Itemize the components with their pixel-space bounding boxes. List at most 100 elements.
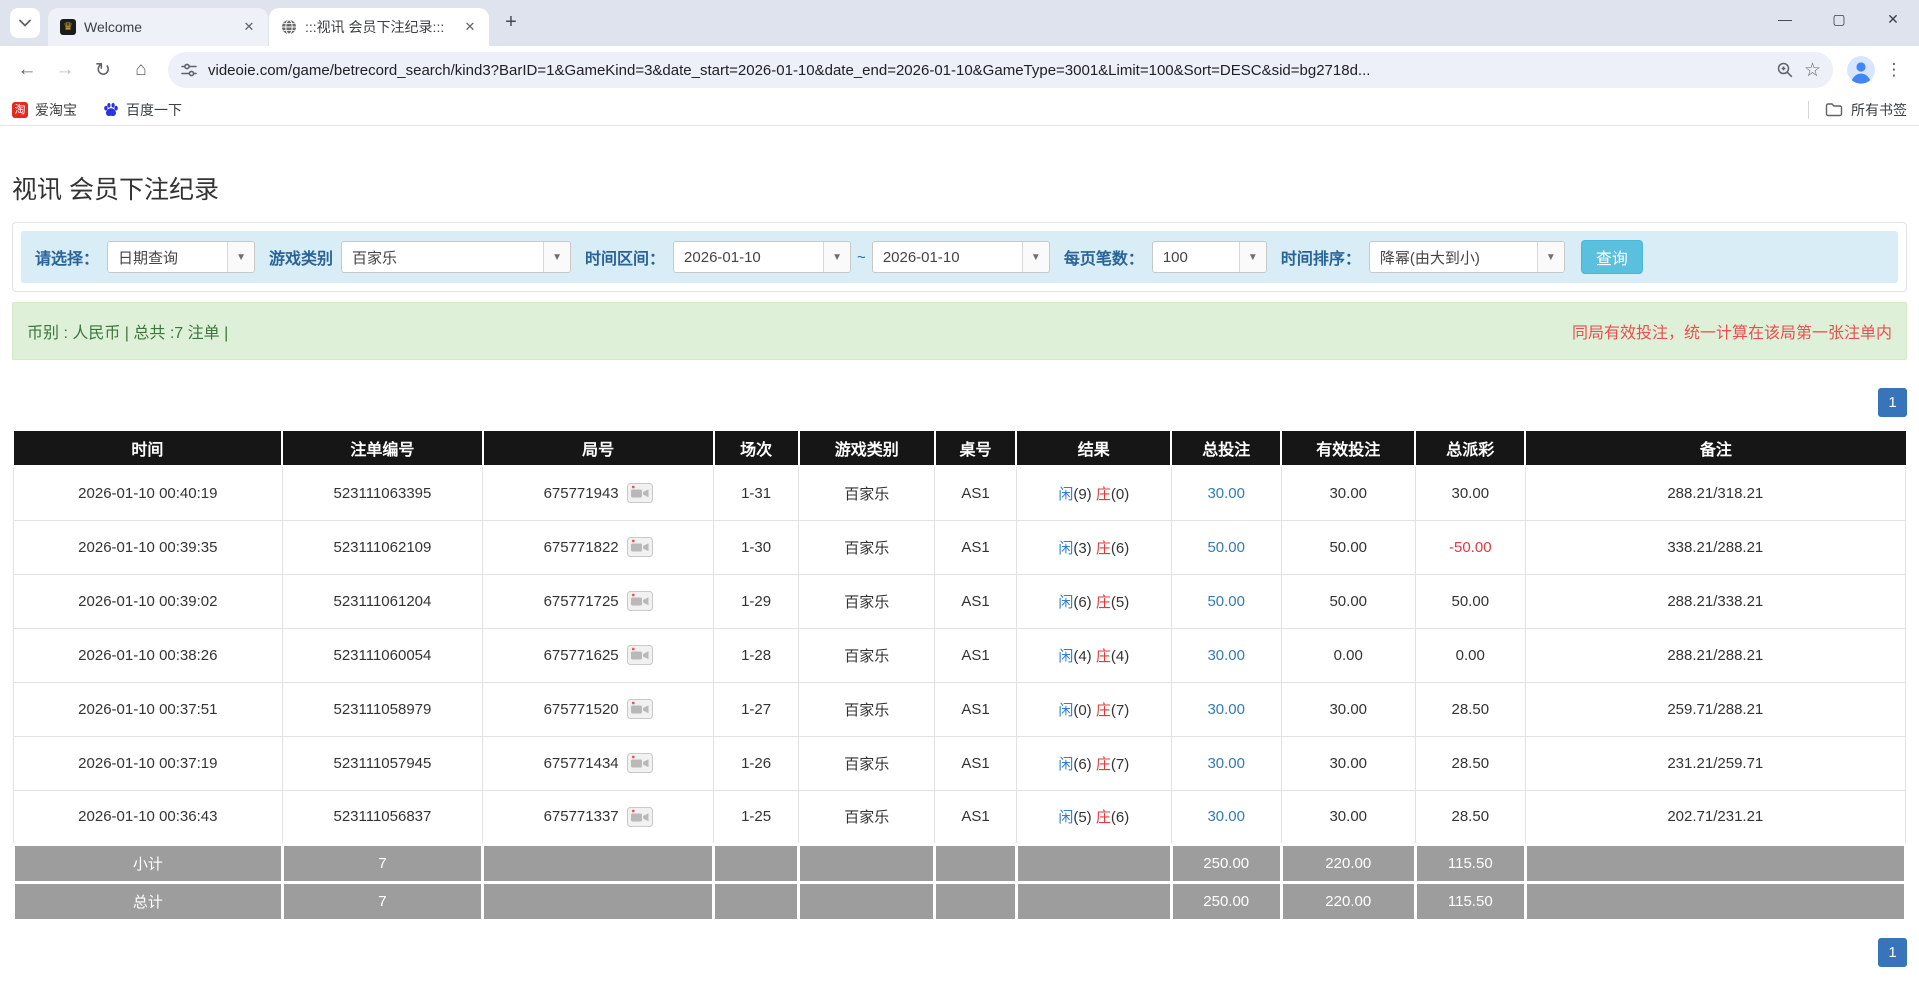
cell-game-kind: 百家乐 [799,466,935,520]
table-row: 2026-01-10 00:36:43523111056837675771337… [14,790,1906,844]
cell-valid-bet: 30.00 [1281,682,1415,736]
range-separator: ~ [857,249,866,266]
replay-video-button[interactable] [627,537,653,557]
cell-payout: 0.00 [1415,628,1525,682]
replay-video-button[interactable] [627,645,653,665]
page-size-value: 100 [1153,249,1239,266]
date-start-input[interactable]: 2026-01-10 ▼ [673,241,851,273]
cell-game-kind: 百家乐 [799,790,935,844]
date-range-label: 时间区间： [585,245,665,269]
table-row: 2026-01-10 00:37:51523111058979675771520… [14,682,1906,736]
cell-session: 1-25 [714,790,799,844]
cell-result: 闲(5) 庄(6) [1016,790,1171,844]
cell-session: 1-27 [714,682,799,736]
total-bet-link[interactable]: 50.00 [1207,593,1245,610]
bookmark-baidu[interactable]: 百度一下 [103,100,182,120]
footer-label: 总计 [14,882,283,920]
footer-total-bet: 250.00 [1171,882,1281,920]
cell-game-kind: 百家乐 [799,628,935,682]
cell-payout: 28.50 [1415,736,1525,790]
cell-table-no: AS1 [935,466,1016,520]
footer-payout: 115.50 [1415,844,1525,882]
bookmark-star-icon[interactable]: ☆ [1804,59,1821,82]
cell-bet-id: 523111060054 [282,628,483,682]
search-button[interactable]: 查询 [1581,240,1643,274]
chevron-down-icon[interactable]: ▼ [227,242,254,272]
tab-welcome[interactable]: ♛ Welcome ✕ [48,8,268,46]
chevron-down-icon[interactable]: ▼ [1022,242,1049,272]
replay-video-button[interactable] [627,753,653,773]
tab-search-button[interactable] [10,8,40,38]
pagination-top: 1 [12,388,1907,417]
window-controls: — ▢ ✕ [1765,4,1913,34]
cell-time: 2026-01-10 00:39:02 [14,574,283,628]
chevron-down-icon[interactable]: ▼ [823,242,850,272]
video-camera-icon [627,591,653,611]
cell-bet-id: 523111063395 [282,466,483,520]
replay-video-button[interactable] [627,591,653,611]
cell-session: 1-31 [714,466,799,520]
browser-menu-icon[interactable]: ⋮ [1879,60,1909,80]
total-bet-link[interactable]: 30.00 [1207,485,1245,502]
replay-video-button[interactable] [627,483,653,503]
replay-video-button[interactable] [627,699,653,719]
cell-total-bet: 50.00 [1171,574,1281,628]
cell-table-no: AS1 [935,736,1016,790]
bookmark-label: 百度一下 [126,100,182,120]
page-size-select[interactable]: 100 ▼ [1152,241,1267,273]
game-kind-select[interactable]: 百家乐 ▼ [341,241,571,273]
cell-session: 1-28 [714,628,799,682]
cell-total-bet: 50.00 [1171,520,1281,574]
page-1-button[interactable]: 1 [1878,938,1907,967]
reload-icon[interactable]: ↻ [86,53,120,87]
query-type-value: 日期查询 [108,247,227,268]
date-end-input[interactable]: 2026-01-10 ▼ [872,241,1050,273]
cell-total-bet: 30.00 [1171,466,1281,520]
total-bet-link[interactable]: 30.00 [1207,647,1245,664]
header-session: 场次 [714,431,799,466]
query-type-select[interactable]: 日期查询 ▼ [107,241,255,273]
page-1-button[interactable]: 1 [1878,388,1907,417]
chevron-down-icon[interactable]: ▼ [1239,242,1266,272]
cell-session: 1-29 [714,574,799,628]
chevron-down-icon [19,19,31,27]
chevron-down-icon[interactable]: ▼ [1537,242,1564,272]
total-bet-link[interactable]: 30.00 [1207,701,1245,718]
replay-video-button[interactable] [627,807,653,827]
maximize-button[interactable]: ▢ [1819,4,1859,34]
home-icon[interactable]: ⌂ [124,53,158,87]
new-tab-button[interactable]: + [497,8,525,36]
tab-betrecord[interactable]: :::视讯 会员下注纪录::: ✕ [269,8,489,46]
cell-game-kind: 百家乐 [799,520,935,574]
date-end-value: 2026-01-10 [873,249,1022,266]
cell-payout: 50.00 [1415,574,1525,628]
tab-title: :::视讯 会员下注纪录::: [305,17,453,37]
profile-avatar[interactable] [1847,56,1875,84]
total-bet-link[interactable]: 50.00 [1207,539,1245,556]
cell-bet-id: 523111062109 [282,520,483,574]
total-bet-link[interactable]: 30.00 [1207,755,1245,772]
minimize-button[interactable]: — [1765,4,1805,34]
tab-close-icon[interactable]: ✕ [240,18,258,36]
bookmark-taobao[interactable]: 淘 爱淘宝 [12,100,77,120]
cell-session: 1-30 [714,520,799,574]
back-icon[interactable]: ← [10,53,44,87]
video-camera-icon [627,645,653,665]
close-window-button[interactable]: ✕ [1873,4,1913,34]
tab-close-icon[interactable]: ✕ [461,18,479,36]
sort-select[interactable]: 降幂(由大到小) ▼ [1369,241,1565,273]
cell-valid-bet: 30.00 [1281,736,1415,790]
cell-round: 675771337 [483,790,714,844]
zoom-icon[interactable] [1776,61,1794,79]
chevron-down-icon[interactable]: ▼ [543,242,570,272]
round-number: 675771943 [544,485,619,502]
url-text[interactable]: videoie.com/game/betrecord_search/kind3?… [208,62,1766,79]
site-settings-icon[interactable] [180,61,198,79]
forward-icon[interactable]: → [48,53,82,87]
cell-table-no: AS1 [935,790,1016,844]
round-number: 675771625 [544,647,619,664]
all-bookmarks-button[interactable]: 所有书签 [1851,100,1907,120]
footer-count: 7 [282,844,483,882]
total-bet-link[interactable]: 30.00 [1207,808,1245,825]
address-bar[interactable]: videoie.com/game/betrecord_search/kind3?… [168,52,1833,88]
